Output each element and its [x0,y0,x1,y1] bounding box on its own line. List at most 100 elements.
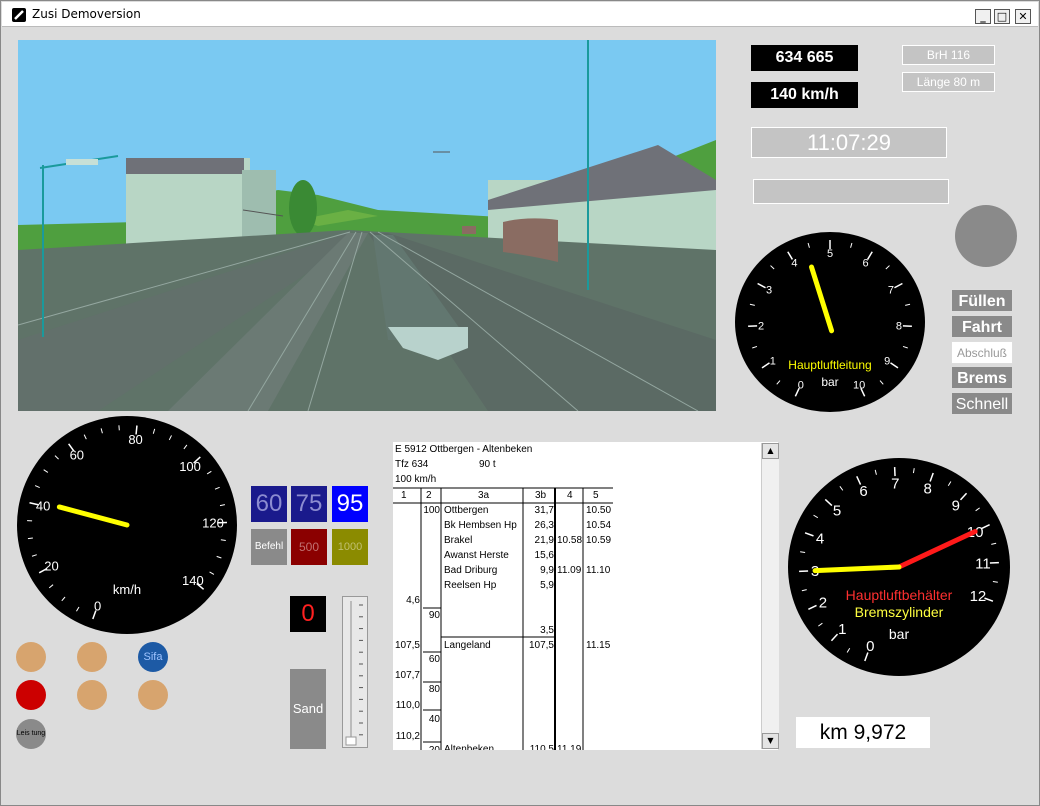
main-pipe-tick-label: 0 [798,379,804,391]
clock-display: 11:07:29 [751,127,947,158]
brake-cylinder-gauge: 0123456789101112 Hauptluftbehälter Brems… [788,458,1010,676]
main-pipe-gauge: 0 1 2 3 4 5 6 7 8 9 10 Hauptluftleitung bar [735,232,925,412]
timetable-position: 107,5 [394,640,420,651]
main-pipe-tick-label: 4 [791,258,797,270]
maximize-button[interactable]: □ [994,9,1010,24]
timetable-station-name: Reelsen Hp [444,580,497,591]
sifa-lamp[interactable]: Sifa [138,642,168,672]
scroll-down-button[interactable]: ▼ [762,733,779,749]
timetable-position: 4,6 [406,595,420,606]
indicator-500: 500 [291,529,327,565]
speed-tick-label: 40 [36,498,50,513]
train-length-display: Länge 80 m [902,72,995,92]
timetable-column-header: 3a [478,490,490,501]
speed-tick-label: 60 [70,448,84,463]
cylinder-tick-label: 9 [952,497,960,514]
main-pipe-tick-label: 5 [827,248,833,260]
timetable-column-header: 2 [426,490,432,501]
timetable-speed-limit: 20 [429,745,440,750]
cylinder-tick-label: 11 [975,556,991,573]
timetable-station-name: Awanst Herste [444,550,509,561]
cylinder-tick-label: 1 [838,621,846,638]
speed-tick [27,537,33,540]
timetable-grid [393,487,613,750]
timetable-station-km: 26,3 [534,520,554,531]
timetable-station-km: 3,5 [540,625,554,636]
befehl-indicator: Befehl [251,529,287,565]
speed-tick-label: 0 [94,598,101,613]
scroll-up-button[interactable]: ▲ [762,443,779,459]
cylinder-tick-label: 0 [866,638,874,655]
position-display: km 9,972 [796,717,930,748]
cylinder-tick-label: 8 [924,480,932,497]
sand-counter: 0 [290,596,326,632]
app-icon [12,8,26,22]
title-bar: Zusi Demoversion _ □ ✕ [2,2,1038,27]
cylinder-tick-label: 6 [859,483,867,500]
cylinder-tick-label: 5 [833,503,841,520]
timetable-column-header: 1 [401,490,407,501]
main-pipe-tick-label: 8 [896,320,902,332]
main-pipe-tick-label: 7 [888,284,894,296]
timetable-scrollbar[interactable]: ▲ ▼ [761,443,779,749]
throttle-slider[interactable] [342,596,368,748]
main-pipe-tick-label: 2 [758,320,764,332]
timetable-station-name: Bk Hembsen Hp [444,520,517,531]
lzb-speed-60: 60 [251,486,287,522]
main-pipe-tick-label: 9 [884,355,890,367]
timetable-arrival: 10.58 [557,535,583,546]
app-window: Zusi Demoversion _ □ ✕ 634 665 140 km/h … [0,0,1040,806]
timetable-position: 110,2 [395,731,420,742]
timetable: E 5912 Ottbergen - Altenbeken Tfz 634 90… [393,442,778,750]
timetable-departure: 10.59 [586,535,612,546]
minimize-button[interactable]: _ [975,9,991,24]
main-pipe-label: Hauptluftleitung [788,358,871,372]
train-number-display: 634 665 [751,45,858,71]
speed-tick-label: 80 [128,432,142,447]
reservoir-label: Hauptluftbehälter [846,587,953,603]
timetable-departure: 11.15 [586,640,611,651]
lzb-speed-75: 75 [291,486,327,522]
timetable-speed-limit: 90 [428,610,440,621]
brake-fahrt-button[interactable]: Fahrt [951,315,1013,338]
sand-button[interactable]: Sand [290,669,326,749]
brake-fuellen-button[interactable]: Füllen [951,289,1013,312]
close-button[interactable]: ✕ [1015,9,1031,24]
timetable-speed-limit: 40 [428,714,440,725]
brake-ratio-display: BrH 116 [902,45,995,65]
main-pipe-tick-label: 3 [766,284,772,296]
speed-tick-label: 100 [179,459,201,474]
cylinder-tick-label: 2 [819,595,827,612]
speed-tick-label: 20 [44,559,58,574]
leistung-lamp: Leis tung [16,719,46,749]
window-title: Zusi Demoversion [32,7,141,21]
speedometer: 0 20 40 60 80 100 120 140 km/h [17,416,237,634]
timetable-station-km: 107,5 [528,640,554,651]
timetable-station-km: 5,9 [540,580,554,591]
indicator-lamp [77,680,107,710]
timetable-arrival: 11.09 [557,565,582,576]
timetable-departure: 10.50 [586,505,612,516]
indicator-lamp [77,642,107,672]
main-pipe-unit: bar [821,375,838,389]
timetable-station-km: 31,7 [534,505,554,516]
cylinder-label: Bremszylinder [855,604,944,620]
indicator-1000: 1000 [332,529,368,565]
timetable-station-km: 21,9 [534,535,554,546]
brake-schnell-button[interactable]: Schnell [951,392,1013,415]
main-pipe-tick-label: 6 [862,258,868,270]
timetable-station-km: 15,6 [534,550,554,561]
brake-brems-button[interactable]: Brems [951,366,1013,389]
timetable-station-name: Altenbeken [444,744,495,750]
timetable-station-name: Ottbergen [444,505,489,516]
timetable-speed-limit: 60 [428,654,440,665]
timetable-station-name: Langeland [444,640,491,651]
speed-tick-label: 140 [182,573,204,588]
cylinder-tick-label: 7 [891,475,899,492]
timetable-position: 107,7 [394,670,420,681]
brake-abschluss-button[interactable]: Abschluß [951,341,1013,364]
main-pipe-tick-label: 10 [853,379,865,391]
signal-lamp [955,205,1017,267]
indicator-lamp [16,642,46,672]
timetable-arrival: 11.19 [557,744,582,750]
